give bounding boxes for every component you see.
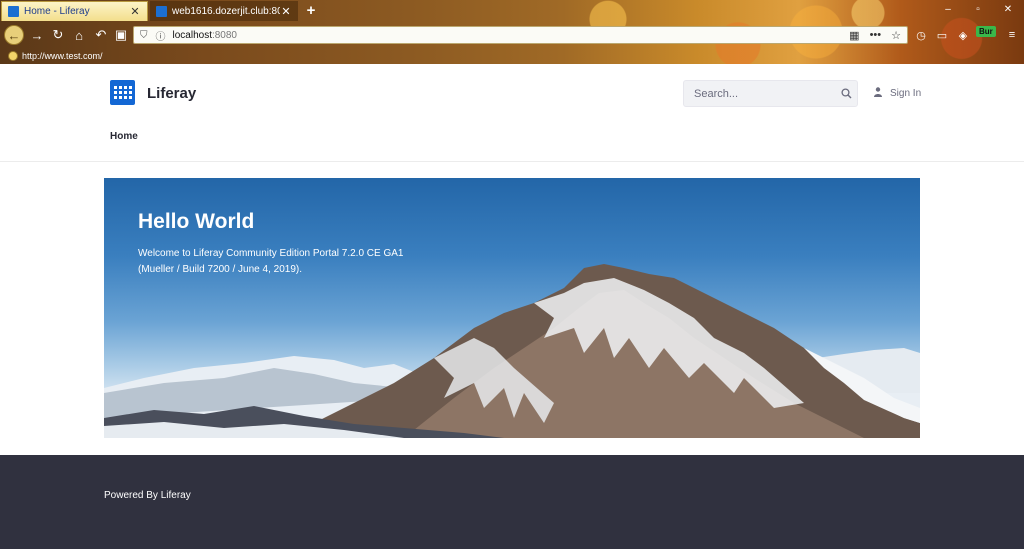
footer-text: Powered By Liferay: [104, 490, 191, 501]
hero-banner: Hello World Welcome to Liferay Community…: [104, 178, 920, 438]
tab-label: web1616.dozerjit.club:8086/: [172, 5, 280, 17]
address-bar[interactable]: ⛉ ⓘ localhost:8080 ▦ ••• ☆: [133, 26, 908, 44]
liferay-logo-icon[interactable]: [110, 80, 135, 105]
window-close-button[interactable]: ✕: [997, 4, 1019, 15]
undo-close-tab-button[interactable]: ↶: [91, 25, 111, 45]
search-input[interactable]: [684, 87, 836, 100]
reader-view-icon[interactable]: ▭: [934, 27, 950, 43]
bookmark-test[interactable]: http://www.test.com/: [22, 51, 103, 61]
search-bar: [683, 80, 858, 107]
extension-icon[interactable]: ◈: [955, 27, 971, 43]
tab-home-liferay[interactable]: Home - Liferay ✕: [1, 1, 148, 21]
sign-in-label: Sign In: [890, 88, 922, 99]
url-port: :8080: [211, 29, 237, 41]
search-icon[interactable]: [836, 88, 857, 99]
site-header: Liferay Sign In Home: [0, 64, 1024, 162]
banner-text: Welcome to Liferay Community Edition Por…: [138, 248, 404, 275]
qr-code-icon[interactable]: ▦: [849, 29, 859, 42]
extension-badge[interactable]: Bur: [976, 26, 996, 37]
more-actions-icon[interactable]: •••: [870, 29, 882, 42]
url-host: localhost: [172, 29, 212, 41]
maximize-button[interactable]: ▫: [967, 4, 989, 15]
tab-label: Home - Liferay: [24, 6, 90, 17]
minimize-button[interactable]: –: [937, 4, 959, 15]
site-name[interactable]: Liferay: [147, 85, 196, 102]
reload-button[interactable]: ↻: [48, 25, 68, 45]
liferay-favicon-icon: [8, 6, 19, 17]
menu-icon[interactable]: ≡: [1004, 27, 1020, 43]
bookmarks-bar: http://www.test.com/: [0, 48, 1024, 63]
liferay-favicon-icon: [156, 5, 167, 17]
history-icon[interactable]: ◷: [913, 27, 929, 43]
banner-title: Hello World: [138, 210, 255, 233]
tab-web1616[interactable]: web1616.dozerjit.club:8086/ ✕: [150, 1, 298, 21]
new-tab-button[interactable]: +: [303, 2, 319, 19]
site-footer: Powered By Liferay: [0, 455, 1024, 549]
globe-icon: [8, 50, 18, 61]
bookmark-icon[interactable]: ▣: [111, 25, 131, 45]
nav-item-home[interactable]: Home: [110, 131, 138, 142]
close-icon[interactable]: ✕: [129, 5, 141, 18]
star-icon[interactable]: ☆: [891, 29, 901, 42]
close-icon[interactable]: ✕: [280, 5, 292, 18]
page: Liferay Sign In Home: [0, 64, 1024, 549]
browser-toolbar: ← → ↻ ⌂ ↶ ▣ ⛉ ⓘ localhost:8080 ▦ ••• ☆ ◷…: [0, 23, 1024, 47]
tab-strip: Home - Liferay ✕ web1616.dozerjit.club:8…: [0, 0, 1024, 22]
home-button[interactable]: ⌂: [69, 25, 89, 45]
shield-icon[interactable]: ⛉: [140, 30, 148, 41]
info-icon[interactable]: ⓘ: [156, 28, 166, 43]
back-button[interactable]: ←: [4, 25, 24, 45]
browser-chrome: Home - Liferay ✕ web1616.dozerjit.club:8…: [0, 0, 1024, 64]
sign-in-link[interactable]: Sign In: [874, 87, 921, 100]
user-icon: [874, 87, 882, 100]
forward-button[interactable]: →: [27, 25, 47, 45]
